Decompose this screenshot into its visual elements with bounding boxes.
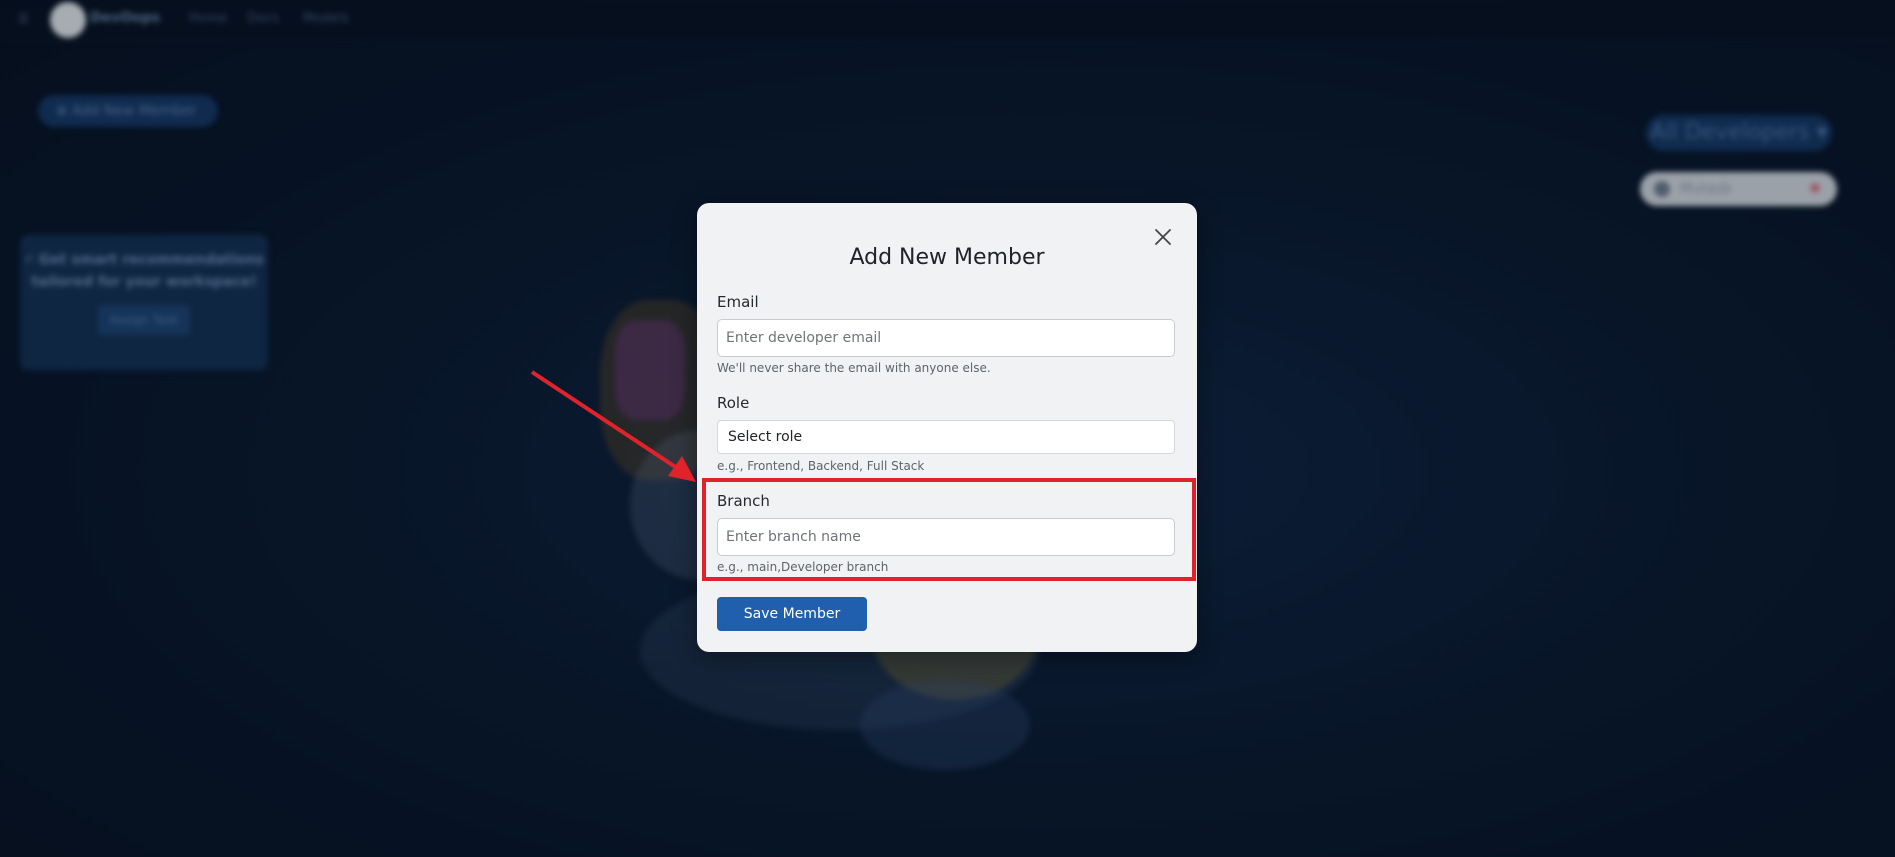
branch-field[interactable]	[717, 518, 1175, 556]
modal-title: Add New Member	[849, 245, 1045, 270]
role-help-text: e.g., Frontend, Backend, Full Stack	[717, 459, 925, 473]
branch-help-text: e.g., main,Developer branch	[717, 560, 889, 574]
role-label: Role	[717, 394, 750, 412]
branch-label: Branch	[717, 492, 770, 510]
email-help-text: We'll never share the email with anyone …	[717, 361, 991, 375]
save-member-button[interactable]: Save Member	[717, 597, 867, 631]
add-member-modal: Add New Member Email We'll never share t…	[697, 203, 1197, 652]
email-field[interactable]	[717, 319, 1175, 357]
role-select[interactable]: Select role	[717, 420, 1175, 454]
role-select-value: Select role	[728, 429, 803, 445]
email-label: Email	[717, 293, 759, 311]
